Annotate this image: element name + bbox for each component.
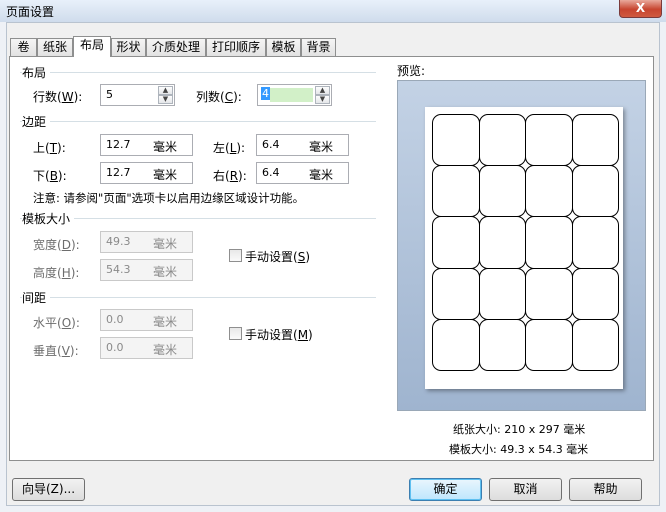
- tab-layout[interactable]: 布局: [73, 36, 111, 57]
- rows-spin-down-icon[interactable]: ▼: [158, 95, 173, 104]
- bottom-margin-field[interactable]: 12.7 毫米: [100, 162, 193, 184]
- spacing-section-title: 间距: [22, 289, 51, 306]
- horizontal-spacing-field: 0.0 毫米: [100, 309, 193, 331]
- tab-background[interactable]: 背景: [301, 38, 336, 56]
- tab-roll[interactable]: 卷: [10, 38, 37, 56]
- template-size-info: 模板大小: 49.3 x 54.3 毫米: [449, 443, 589, 456]
- top-margin-label: 上(T):: [33, 141, 66, 155]
- preview-label-cell: [432, 318, 480, 371]
- bottom-margin-value[interactable]: 12.7: [106, 166, 131, 179]
- tab-shape[interactable]: 形状: [111, 38, 146, 56]
- margins-note: 注意: 请参阅"页面"选项卡以启用边缘区域设计功能。: [33, 191, 305, 205]
- template-height-label: 高度(H):: [33, 266, 80, 280]
- preview-label-cell: [432, 267, 480, 320]
- spacing-divider: [20, 297, 376, 298]
- preview-label-cell: [571, 267, 619, 320]
- cols-spin-up-icon[interactable]: ▲: [315, 86, 330, 95]
- manual-spacing-label[interactable]: 手动设置(M): [245, 326, 313, 343]
- cols-value-highlight: [270, 88, 313, 102]
- close-button[interactable]: X: [619, 0, 662, 18]
- window-title: 页面设置: [6, 5, 55, 19]
- preview-label-cell: [478, 165, 526, 218]
- preview-label-cell: [478, 267, 526, 320]
- template-width-field: 49.3 毫米: [100, 231, 193, 253]
- cancel-button[interactable]: 取消: [489, 478, 562, 501]
- left-margin-unit: 毫米: [309, 140, 334, 154]
- wizard-button[interactable]: 向导(Z)...: [12, 478, 85, 501]
- preview-label-cell: [571, 318, 619, 371]
- rows-value[interactable]: 5: [106, 88, 113, 101]
- vertical-spacing-unit: 毫米: [153, 343, 178, 357]
- preview-label-cell: [525, 318, 573, 371]
- rows-spin-up-icon[interactable]: ▲: [158, 86, 173, 95]
- right-margin-unit: 毫米: [309, 168, 334, 182]
- rows-spinner[interactable]: 5 ▲ ▼: [100, 84, 175, 106]
- horizontal-spacing-label: 水平(O):: [33, 316, 80, 330]
- preview-label-cell: [571, 114, 619, 167]
- tab-paper[interactable]: 纸张: [37, 38, 73, 56]
- page-setup-dialog: 页面设置 X 卷 纸张 布局 形状 介质处理 打印顺序 模板 背景 布局 行数(…: [0, 0, 666, 512]
- cols-spinner[interactable]: 4 ▲ ▼: [257, 84, 332, 106]
- preview-label-cell: [525, 216, 573, 269]
- preview-label-cell: [478, 114, 526, 167]
- manual-size-label[interactable]: 手动设置(S): [245, 248, 310, 265]
- layout-section-title: 布局: [22, 64, 51, 81]
- cols-label: 列数(C):: [196, 90, 242, 104]
- left-margin-field[interactable]: 6.4 毫米: [256, 134, 349, 156]
- manual-spacing-checkbox[interactable]: [229, 327, 242, 340]
- bottom-margin-unit: 毫米: [153, 168, 178, 182]
- right-margin-value[interactable]: 6.4: [262, 166, 280, 179]
- manual-size-checkbox[interactable]: [229, 249, 242, 262]
- preview-label-cell: [478, 318, 526, 371]
- tab-template[interactable]: 模板: [266, 38, 301, 56]
- left-margin-value[interactable]: 6.4: [262, 138, 280, 151]
- ok-button[interactable]: 确定: [409, 478, 482, 501]
- preview-label-cell: [525, 267, 573, 320]
- template-size-section-title: 模板大小: [22, 210, 75, 227]
- preview-label-cell: [432, 114, 480, 167]
- preview-label-cell: [432, 165, 480, 218]
- tab-media-handling[interactable]: 介质处理: [146, 38, 206, 56]
- horizontal-spacing-unit: 毫米: [153, 315, 178, 329]
- cols-spin-down-icon[interactable]: ▼: [315, 95, 330, 104]
- right-margin-field[interactable]: 6.4 毫米: [256, 162, 349, 184]
- title-bar: 页面设置 X: [0, 0, 666, 22]
- preview-label-cell: [571, 165, 619, 218]
- preview-label-cell: [478, 216, 526, 269]
- preview-frame: [397, 80, 646, 411]
- margins-divider: [20, 121, 376, 122]
- template-height-field: 54.3 毫米: [100, 259, 193, 281]
- template-width-unit: 毫米: [153, 237, 178, 251]
- bottom-margin-label: 下(B):: [33, 169, 67, 183]
- vertical-spacing-value: 0.0: [106, 341, 124, 354]
- tab-print-order[interactable]: 打印顺序: [206, 38, 266, 56]
- template-height-unit: 毫米: [153, 265, 178, 279]
- top-margin-field[interactable]: 12.7 毫米: [100, 134, 193, 156]
- horizontal-spacing-value: 0.0: [106, 313, 124, 326]
- preview-label-cell: [432, 216, 480, 269]
- preview-paper: [425, 107, 623, 389]
- help-button[interactable]: 帮助: [569, 478, 642, 501]
- preview-label-cell: [525, 114, 573, 167]
- left-margin-label: 左(L):: [213, 141, 246, 155]
- cols-value[interactable]: 4: [261, 87, 270, 100]
- top-margin-value[interactable]: 12.7: [106, 138, 131, 151]
- paper-size-info: 纸张大小: 210 x 297 毫米: [453, 423, 586, 436]
- template-width-value: 49.3: [106, 235, 131, 248]
- preview-label-cell: [525, 165, 573, 218]
- vertical-spacing-field: 0.0 毫米: [100, 337, 193, 359]
- top-margin-unit: 毫米: [153, 140, 178, 154]
- template-height-value: 54.3: [106, 263, 131, 276]
- preview-label: 预览:: [397, 64, 426, 78]
- right-margin-label: 右(R):: [213, 169, 247, 183]
- margins-section-title: 边距: [22, 113, 51, 130]
- vertical-spacing-label: 垂直(V):: [33, 344, 79, 358]
- preview-label-cell: [571, 216, 619, 269]
- rows-label: 行数(W):: [33, 90, 83, 104]
- template-width-label: 宽度(D):: [33, 238, 80, 252]
- layout-divider: [20, 72, 376, 73]
